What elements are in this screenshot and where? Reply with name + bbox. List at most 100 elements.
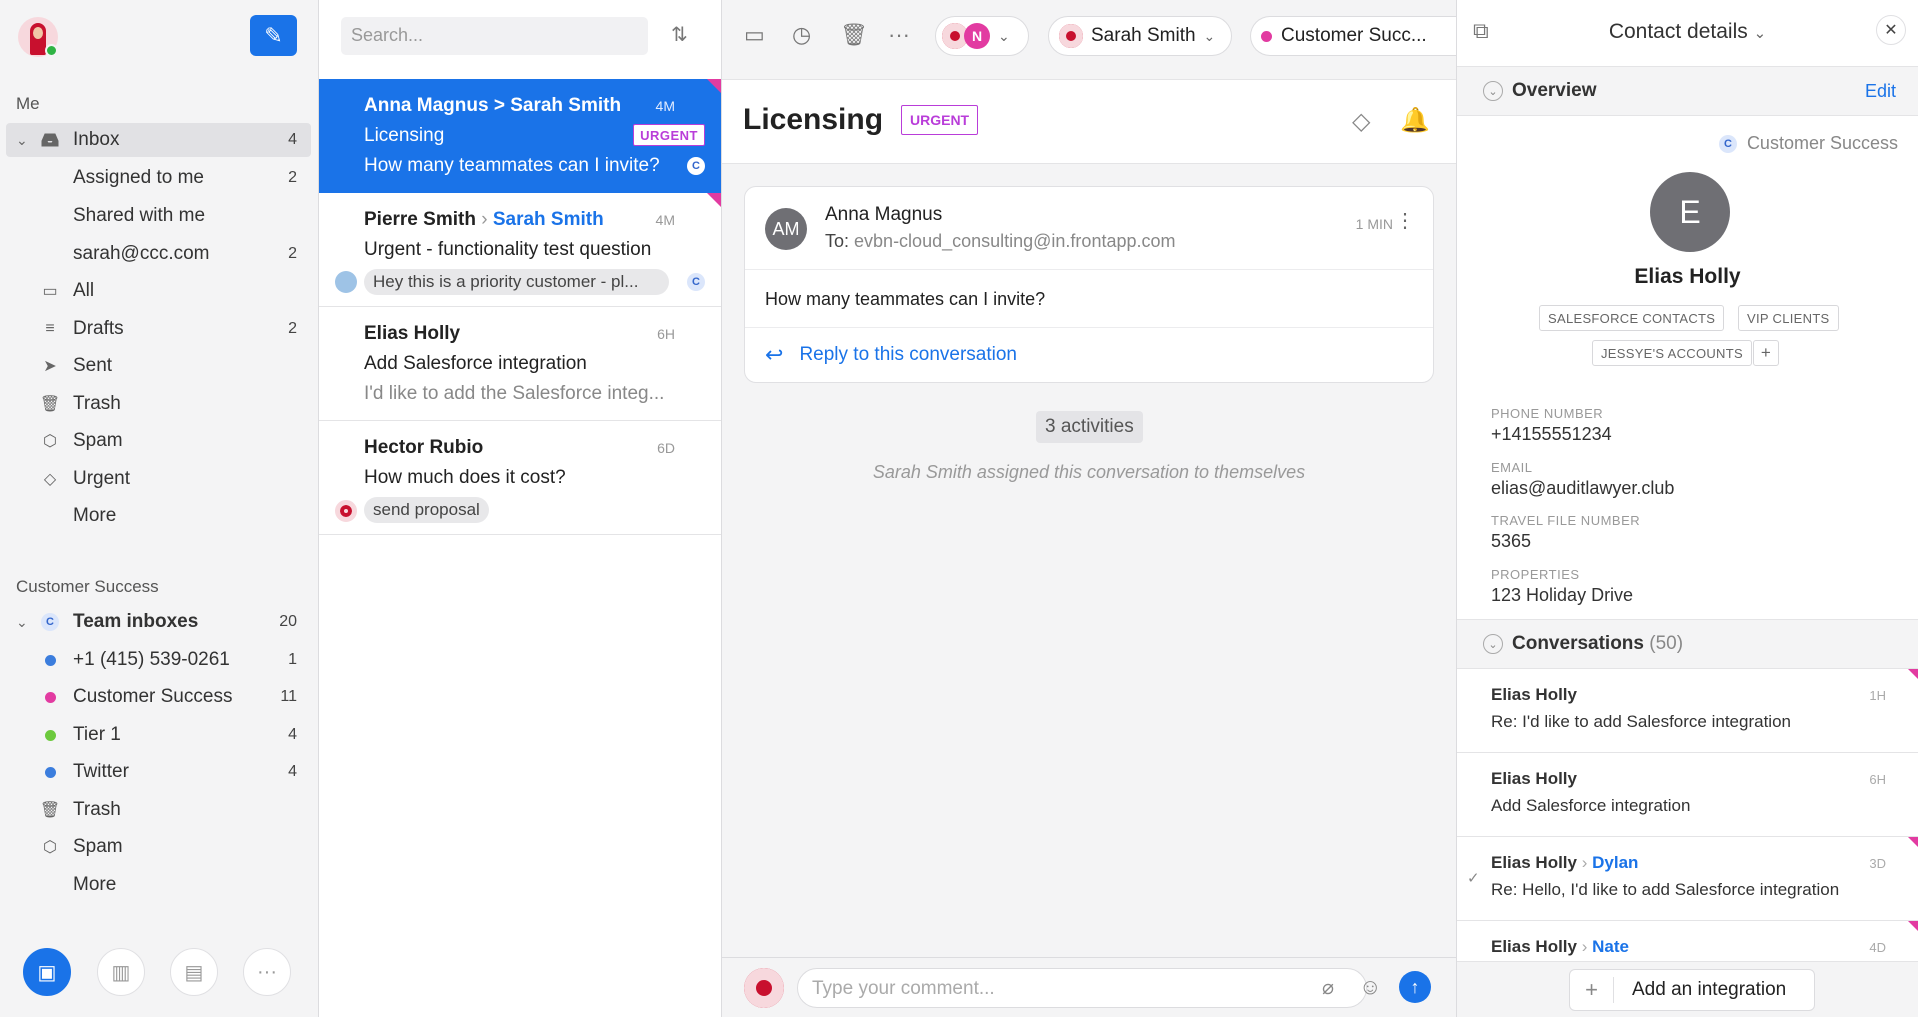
conversation-item[interactable]: Hector Rubio 6D How much does it cost? s… [319,421,721,535]
reply-button[interactable]: ↩ Reply to this conversation [765,342,1017,368]
edit-button[interactable]: Edit [1865,81,1896,102]
panel-title[interactable]: Contact details ⌄ [1457,20,1918,44]
checkmark-icon: ✓ [1467,870,1480,887]
snooze-clock-icon[interactable]: ◷ [792,22,811,48]
comment-preview: Hey this is a priority customer - pl... [364,269,669,295]
contact-tag[interactable]: VIP CLIENTS [1738,305,1839,331]
conversation-toolbar: ▭ ◷ 🗑 ··· N ⌄ Sarah Smith ⌄ Customer Suc… [722,0,1456,80]
chevron-down-icon[interactable]: ⌄ [16,132,28,149]
sidebar-item-label: More [73,874,117,895]
conversation-view: ▭ ◷ 🗑 ··· N ⌄ Sarah Smith ⌄ Customer Suc… [722,0,1456,1017]
sidebar-item-sent[interactable]: ➤ Sent [0,349,311,383]
conversation-item[interactable]: Anna Magnus > Sarah Smith 4M Licensing U… [319,79,721,193]
assignee-selector[interactable]: N ⌄ [935,16,1029,56]
assignee-name: Sarah Smith [1091,25,1196,46]
online-status-indicator [45,44,58,57]
inbox-icon [40,130,60,150]
sidebar-item-shared[interactable]: Shared with me [0,199,311,233]
compose-button[interactable]: ✎ [250,15,297,56]
archive-icon: ▭ [42,283,58,300]
sidebar-item-twitter[interactable]: Twitter 4 [0,755,311,789]
sidebar-item-phone[interactable]: +1 (415) 539-0261 1 [0,643,311,677]
contact-tag[interactable]: SALESFORCE CONTACTS [1539,305,1725,331]
team-badge-icon: C [687,273,705,291]
color-dot-icon [40,650,60,670]
analytics-icon[interactable]: ▥ [97,948,145,996]
contact-conversation-item[interactable]: ✓ Elias Holly › Dylan 3D Re: Hello, I'd … [1457,837,1918,921]
assignee-dropdown[interactable]: Sarah Smith ⌄ [1048,16,1232,56]
conversation-time: 6D [657,440,675,456]
overview-section-header[interactable]: ⌄ Overview Edit [1457,66,1918,116]
travel-file-value[interactable]: 5365 [1491,531,1531,552]
sidebar-item-drafts[interactable]: ≡ Drafts 2 [0,312,311,346]
contact-conversation-item[interactable]: Elias Holly 1H Re: I'd like to add Sales… [1457,669,1918,753]
more-options-icon[interactable]: ··· [888,22,910,48]
contact-name: Elias Holly [1634,265,1741,288]
sidebar-item-tier1[interactable]: Tier 1 4 [0,718,311,752]
bell-icon[interactable]: 🔔 [1400,106,1430,135]
conversation-item[interactable]: Pierre Smith › Sarah Smith 4M Urgent - f… [319,193,721,307]
comment-preview: send proposal [364,497,489,523]
avatar [1059,24,1083,48]
spam-icon: ⬡ [43,433,57,450]
send-button[interactable]: ↑ [1399,971,1431,1003]
sidebar-item-spam[interactable]: ⬡ Spam [0,424,311,458]
emoji-icon[interactable]: ☺ [1359,974,1381,1000]
sidebar-item-assigned[interactable]: Assigned to me 2 [0,161,311,195]
trash-icon[interactable]: 🗑 [840,22,868,48]
sidebar-item-team-inboxes[interactable]: ⌄ C Team inboxes 20 [0,605,311,639]
conversation-preview: How many teammates can I invite? [364,155,660,176]
attachment-icon[interactable]: ⌀ [1322,975,1334,1000]
sort-icon[interactable]: ⇅ [671,22,699,50]
conversation-list: Search... ⇅ Anna Magnus > Sarah Smith 4M… [319,0,722,1017]
divider [745,269,1433,270]
activities-button[interactable]: 3 activities [1036,411,1143,443]
properties-value[interactable]: 123 Holiday Drive [1491,585,1633,606]
conversation-item[interactable]: Elias Holly 6H Add Salesforce integratio… [319,307,721,421]
send-icon: ➤ [43,358,57,375]
conversation-time: 6H [1869,772,1886,787]
message-body: How many teammates can I invite? [765,289,1046,309]
email-value[interactable]: elias@auditlawyer.club [1491,478,1674,499]
comment-bar: Type your comment... ⌀ ☺ ↑ [722,957,1456,1017]
unread-corner-marker [1908,921,1918,931]
more-apps-icon[interactable]: ··· [243,948,291,996]
field-label: EMAIL [1491,460,1533,475]
spam-icon: ⬡ [43,839,57,856]
contacts-icon[interactable]: ▤ [170,948,218,996]
conversation-subject: Add Salesforce integration [1491,796,1691,815]
close-icon[interactable]: ✕ [1876,15,1906,45]
sidebar-item-urgent[interactable]: ◇ Urgent [0,462,311,496]
archive-icon[interactable]: ▭ [744,22,765,48]
tag-icon[interactable]: ◇ [1352,107,1370,136]
contact-conversation-item[interactable]: Elias Holly 6H Add Salesforce integratio… [1457,753,1918,837]
kebab-menu-icon[interactable]: ⋮ [1395,211,1415,231]
message-time: 1 MIN [1355,216,1393,232]
add-tag-button[interactable]: + [1753,340,1779,366]
sidebar-item-label: Trash [73,799,121,820]
contact-conversation-item[interactable]: Elias Holly › Nate 4D [1457,921,1918,961]
inbox-app-icon[interactable]: ▣ [23,948,71,996]
sidebar-item-count: 2 [288,245,297,262]
sidebar-item-email[interactable]: sarah@ccc.com 2 [0,237,311,271]
comment-input[interactable]: Type your comment... [797,968,1367,1008]
search-input[interactable]: Search... [341,17,648,55]
sidebar-item-more[interactable]: More [0,499,311,533]
conversation-subject: Licensing [364,125,445,146]
sidebar-item-trash[interactable]: 🗑 Trash [0,387,311,421]
chevron-down-icon[interactable]: ⌄ [16,614,28,631]
trash-icon: 🗑 [39,802,61,819]
contact-tag[interactable]: JESSYE'S ACCOUNTS [1592,340,1752,366]
inbox-dropdown[interactable]: Customer Succ... [1250,16,1456,56]
plus-icon: + [1570,977,1614,1003]
sidebar-item-all[interactable]: ▭ All [0,274,311,308]
phone-value[interactable]: +14155551234 [1491,424,1612,445]
conversations-section-header[interactable]: ⌄ Conversations (50) [1457,619,1918,669]
sidebar-item-team-more[interactable]: More [0,868,311,902]
urgent-tag[interactable]: URGENT [901,105,979,135]
add-integration-button[interactable]: + Add an integration [1569,969,1815,1011]
sidebar-item-inbox[interactable]: ⌄ Inbox 4 [6,123,311,157]
sidebar-item-team-trash[interactable]: 🗑 Trash [0,793,311,827]
sidebar-item-customer-success[interactable]: Customer Success 11 [0,680,311,714]
sidebar-item-team-spam[interactable]: ⬡ Spam [0,830,311,864]
